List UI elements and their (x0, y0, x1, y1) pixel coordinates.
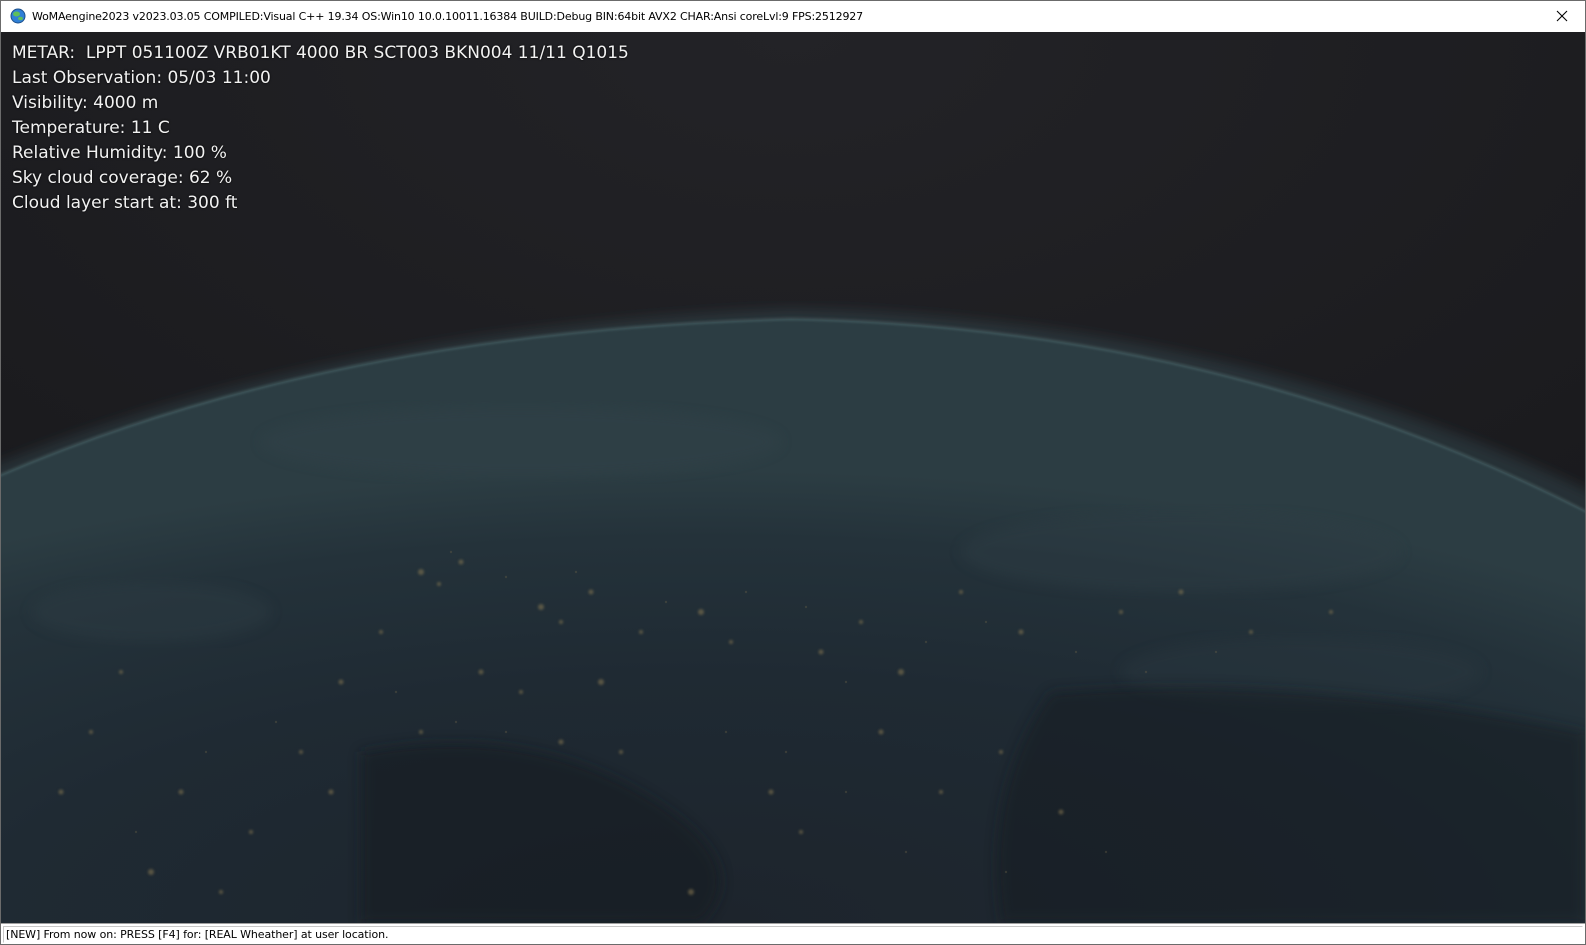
humidity-text: Relative Humidity: 100 % (12, 143, 227, 163)
render-viewport[interactable]: METAR: LPPT 051100Z VRB01KT 4000 BR SCT0… (1, 32, 1585, 923)
title-bar[interactable]: WoMAengine2023 v2023.03.05 COMPILED:Visu… (1, 1, 1585, 31)
metar-text: METAR: LPPT 051100Z VRB01KT 4000 BR SCT0… (12, 43, 629, 63)
globe-icon (10, 8, 26, 24)
status-text: [NEW] From now on: PRESS [F4] for: [REAL… (6, 928, 389, 941)
status-bar: [NEW] From now on: PRESS [F4] for: [REAL… (1, 923, 1585, 944)
window-title: WoMAengine2023 v2023.03.05 COMPILED:Visu… (32, 9, 863, 23)
temperature-text: Temperature: 11 C (12, 118, 170, 138)
close-button[interactable] (1539, 1, 1585, 31)
status-panel: [NEW] From now on: PRESS [F4] for: [REAL… (3, 926, 1583, 943)
app-window: WoMAengine2023 v2023.03.05 COMPILED:Visu… (0, 0, 1586, 945)
cloud-layer-text: Cloud layer start at: 300 ft (12, 193, 238, 213)
cloud-coverage-text: Sky cloud coverage: 62 % (12, 168, 233, 188)
last-observation-text: Last Observation: 05/03 11:00 (12, 68, 271, 88)
weather-hud: METAR: LPPT 051100Z VRB01KT 4000 BR SCT0… (12, 41, 629, 216)
close-icon (1556, 7, 1568, 26)
visibility-text: Visibility: 4000 m (12, 93, 159, 113)
